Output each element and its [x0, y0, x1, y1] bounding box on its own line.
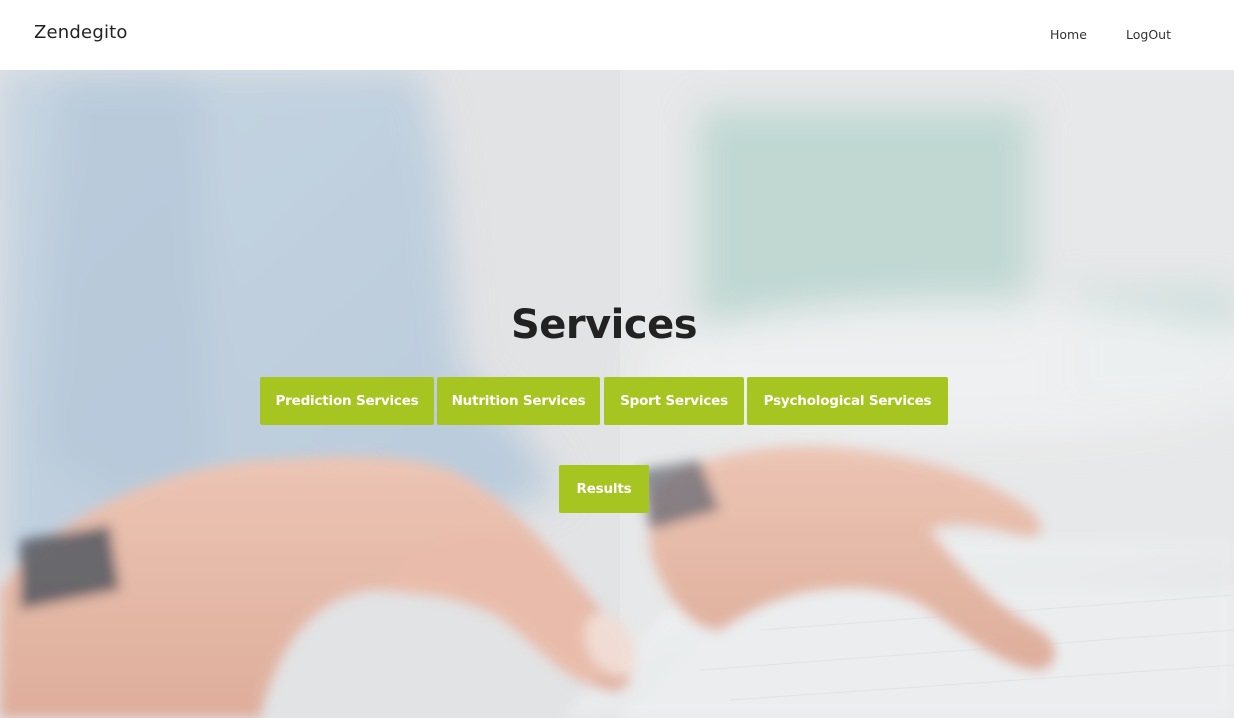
top-navbar: Zendegito Home LogOut: [0, 0, 1234, 70]
results-button[interactable]: Results: [559, 465, 649, 513]
prediction-services-button[interactable]: Prediction Services: [260, 377, 434, 425]
nav-home-link[interactable]: Home: [1050, 27, 1087, 42]
sport-services-button[interactable]: Sport Services: [604, 377, 744, 425]
page-title: Services: [510, 302, 698, 348]
psychological-services-button[interactable]: Psychological Services: [747, 377, 948, 425]
brand-logo[interactable]: Zendegito: [34, 22, 128, 43]
nav-logout-link[interactable]: LogOut: [1126, 27, 1171, 42]
nutrition-services-button[interactable]: Nutrition Services: [437, 377, 600, 425]
hero-section: Services Prediction Services Nutrition S…: [0, 70, 1234, 718]
